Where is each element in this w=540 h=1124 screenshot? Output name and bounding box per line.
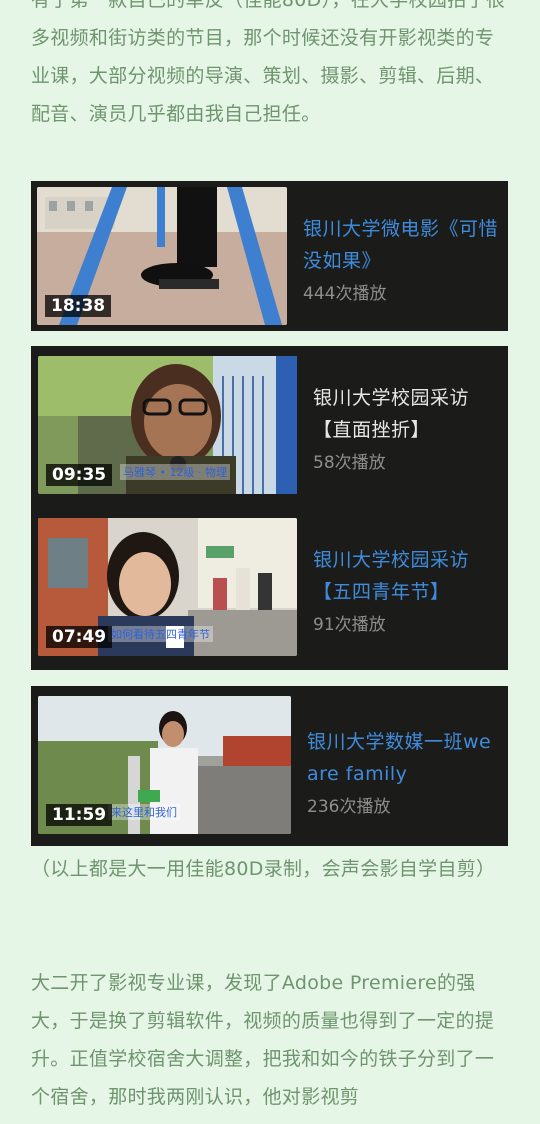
video-duration: 18:38 [45,295,112,317]
video-thumbnail[interactable]: 如何看待五四青年节 07:49 [38,518,297,656]
video-item[interactable]: 马雅琴 • 12级 · 物理 09:35 银川大学校园采访【直面挫折】 58次播… [31,350,508,500]
video-item[interactable]: 如何看待五四青年节 07:49 银川大学校园采访【五四青年节】 91次播放 [31,512,508,662]
video-thumbnail[interactable]: 马雅琴 • 12级 · 物理 09:35 [38,356,297,494]
video-subtitle: 来这里和我们 [108,804,180,820]
video-play-count: 58次播放 [313,453,386,473]
video-card[interactable]: 18:38 银川大学微电影《可惜没如果》 444次播放 [31,181,508,331]
video-item[interactable]: 来这里和我们 11:59 银川大学数媒一班we are family 236次播… [31,690,508,840]
video-subtitle: 如何看待五四青年节 [108,626,213,642]
article-paragraph: 有了第一款自己的单反（佳能80D），在大学校园拍了很多视频和街访类的节目，那个时… [31,0,506,125]
video-item[interactable]: 18:38 银川大学微电影《可惜没如果》 444次播放 [31,181,508,331]
video-subtitle: 马雅琴 • 12级 · 物理 [120,464,230,480]
video-title-link[interactable]: 银川大学校园采访【五四青年节】 [313,544,500,608]
article-paragraph: 大二开了影视专业课，发现了Adobe Premiere的强大，于是换了剪辑软件，… [31,972,495,1108]
video-duration: 11:59 [46,804,113,826]
video-title-link[interactable]: 银川大学校园采访【直面挫折】 [313,382,500,446]
video-card[interactable]: 来这里和我们 11:59 银川大学数媒一班we are family 236次播… [31,686,508,846]
video-thumbnail[interactable]: 来这里和我们 11:59 [38,696,291,834]
video-thumbnail[interactable]: 18:38 [37,187,287,325]
video-caption: （以上都是大一用佳能80D录制，会声会影自学自剪） [31,858,496,880]
video-duration: 07:49 [46,626,113,648]
video-play-count: 236次播放 [307,797,391,817]
video-play-count: 444次播放 [303,284,387,304]
video-title-link[interactable]: 银川大学数媒一班we are family [307,726,500,790]
video-duration: 09:35 [46,464,113,486]
video-play-count: 91次播放 [313,615,386,635]
video-title-link[interactable]: 银川大学微电影《可惜没如果》 [303,213,500,277]
video-card[interactable]: 马雅琴 • 12级 · 物理 09:35 银川大学校园采访【直面挫折】 58次播… [31,346,508,670]
